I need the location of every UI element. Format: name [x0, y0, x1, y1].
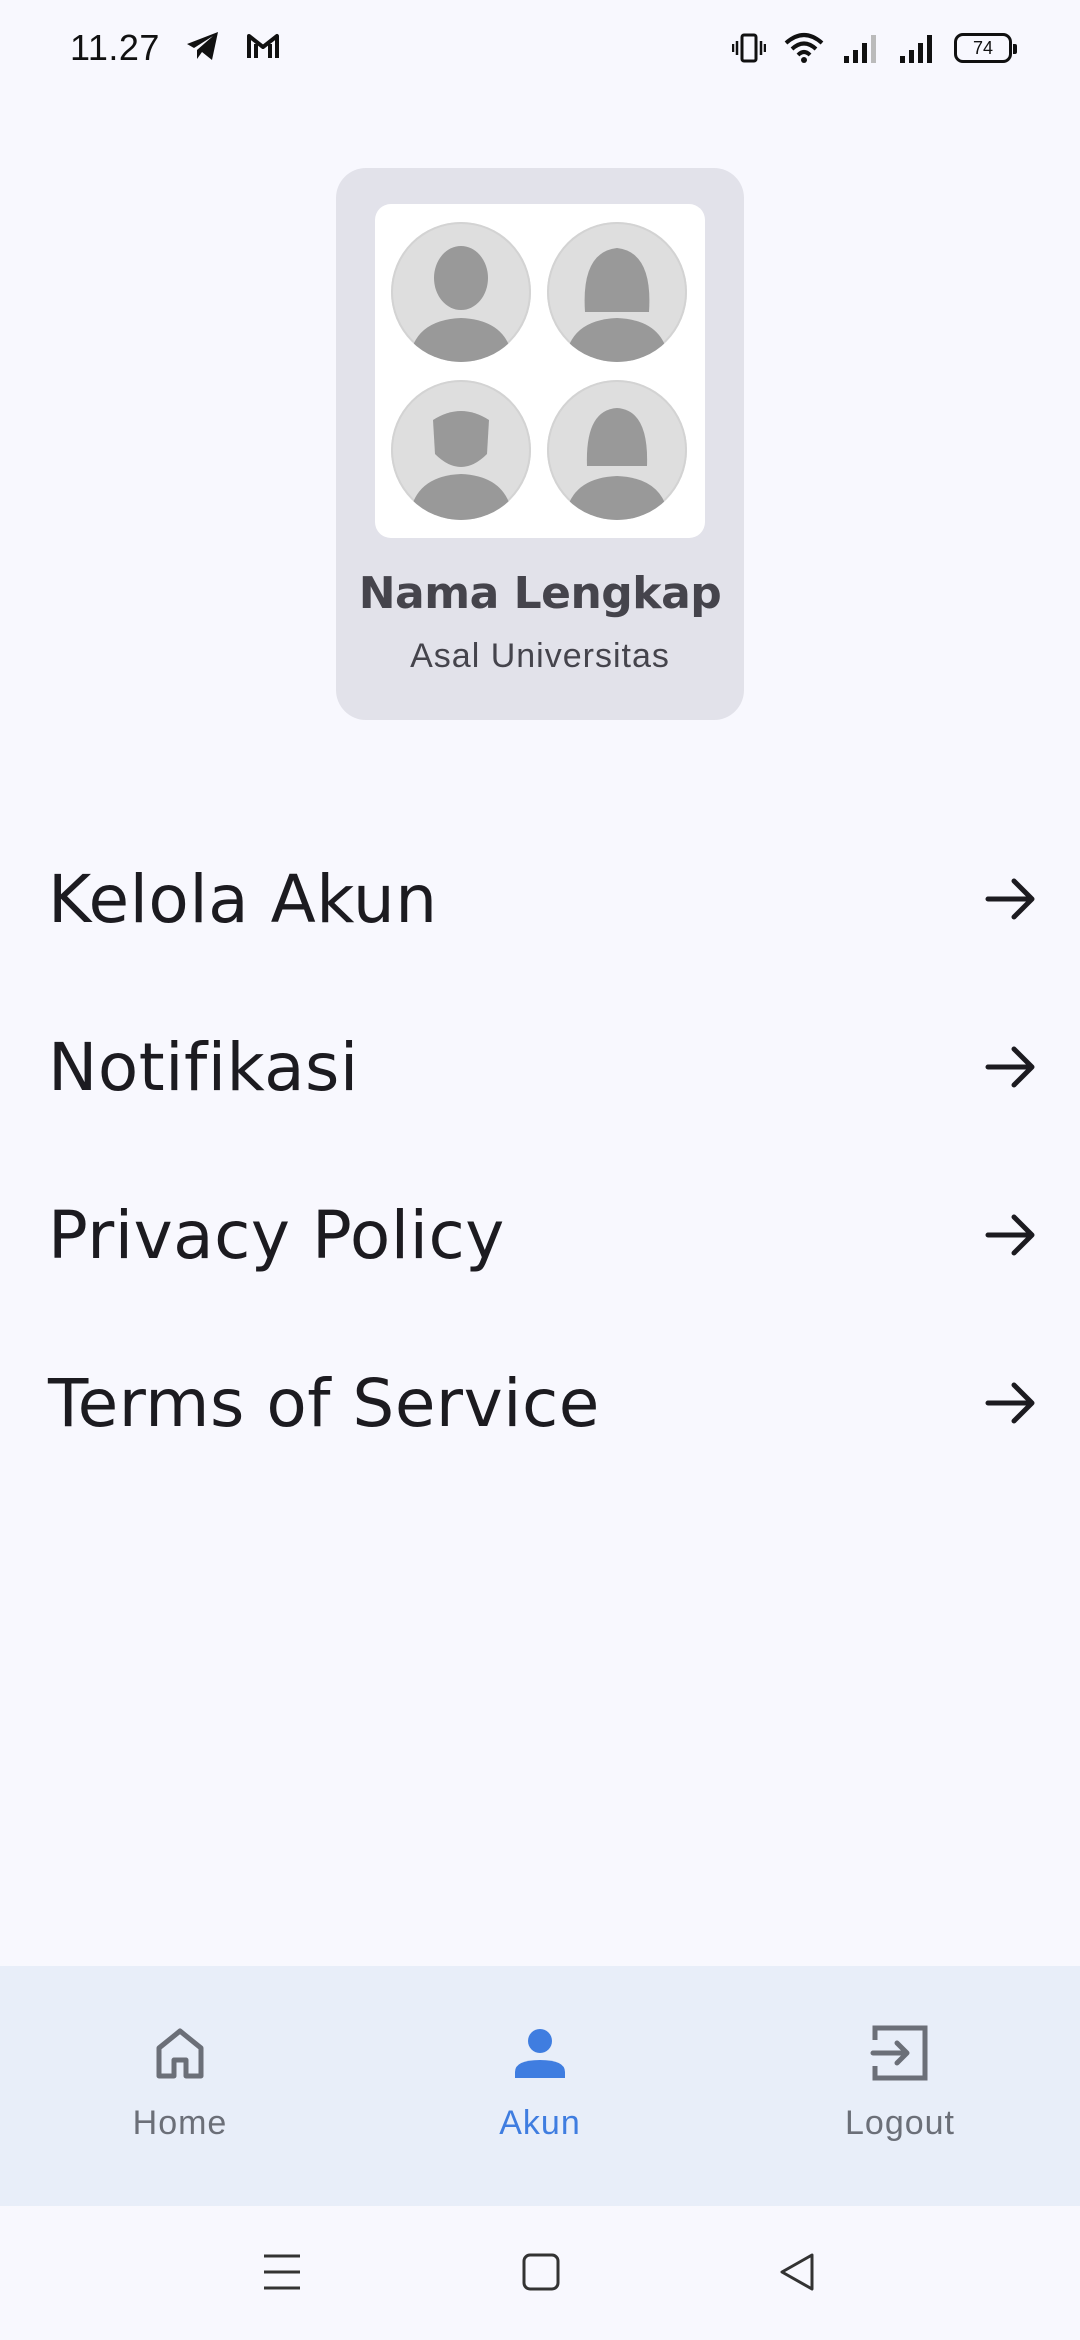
- nav-item-logout[interactable]: Logout: [720, 1966, 1080, 2206]
- menu-icon[interactable]: [262, 2252, 302, 2292]
- profile-card: Nama Lengkap Asal Universitas: [336, 168, 744, 720]
- menu-item-notifikasi[interactable]: Notifikasi: [48, 1012, 1038, 1122]
- vibrate-icon: [732, 32, 766, 64]
- menu-item-label: Privacy Policy: [48, 1196, 505, 1274]
- telegram-icon: [186, 31, 220, 66]
- status-bar: 11.27 74: [0, 0, 1080, 96]
- menu-item-terms-of-service[interactable]: Terms of Service: [48, 1348, 1038, 1458]
- battery-icon: 74: [954, 33, 1017, 63]
- male-avatar-icon: [391, 222, 531, 362]
- gmail-icon: [246, 32, 280, 65]
- arrow-right-icon: [984, 1376, 1038, 1430]
- female-avatar-icon: [547, 222, 687, 362]
- avatar[interactable]: [375, 204, 705, 538]
- account-screen: 11.27 74 Nama Lengkap Asal Universitas K…: [0, 0, 1080, 2340]
- arrow-right-icon: [984, 872, 1038, 926]
- status-left: 11.27: [70, 27, 280, 69]
- signal-icon-2: [898, 32, 936, 64]
- home-square-icon[interactable]: [522, 2252, 560, 2292]
- back-icon[interactable]: [778, 2252, 816, 2292]
- male-avatar-icon-2: [391, 380, 531, 520]
- menu-item-label: Kelola Akun: [48, 860, 438, 938]
- nav-label-logout: Logout: [845, 2104, 955, 2142]
- nav-item-home[interactable]: Home: [0, 1966, 360, 2206]
- menu-item-label: Notifikasi: [48, 1028, 359, 1106]
- system-navigation-bar: [0, 2206, 1080, 2340]
- nav-label-akun: Akun: [499, 2104, 581, 2142]
- bottom-navigation: Home Akun Logout: [0, 1966, 1080, 2206]
- female-avatar-icon-2: [547, 380, 687, 520]
- nav-item-akun[interactable]: Akun: [360, 1966, 720, 2206]
- home-icon: [149, 2022, 211, 2084]
- status-time: 11.27: [70, 27, 160, 68]
- arrow-right-icon: [984, 1040, 1038, 1094]
- arrow-right-icon: [984, 1208, 1038, 1262]
- profile-name: Nama Lengkap: [358, 568, 722, 619]
- menu-item-privacy-policy[interactable]: Privacy Policy: [48, 1180, 1038, 1290]
- wifi-icon: [784, 31, 824, 65]
- signal-icon: [842, 32, 880, 64]
- person-icon: [509, 2022, 571, 2084]
- menu-item-label: Terms of Service: [48, 1364, 600, 1442]
- nav-label-home: Home: [132, 2104, 228, 2142]
- menu-item-kelola-akun[interactable]: Kelola Akun: [48, 844, 1038, 954]
- profile-university: Asal Universitas: [410, 637, 670, 675]
- logout-icon: [869, 2022, 931, 2084]
- status-right: 74: [732, 31, 1017, 65]
